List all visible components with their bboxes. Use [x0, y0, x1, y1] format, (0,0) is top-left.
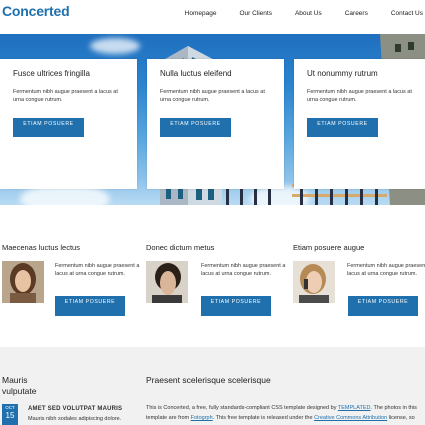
about-text-part: . The photos in this — [370, 405, 417, 411]
etiam-posuere-button[interactable]: Etiam posuere — [160, 118, 231, 137]
fotogrph-link[interactable]: Fotogrph — [191, 415, 213, 421]
feature-text: Fermentum nibh augue praesent a lacus at… — [347, 263, 425, 277]
etiam-posuere-button[interactable]: Etiam posuere — [55, 296, 125, 316]
event-title[interactable]: AMET SED VOLUTPAT MAURIS — [28, 406, 122, 412]
etiam-posuere-button[interactable]: Etiam posuere — [201, 296, 271, 316]
nav-contact-us[interactable]: Contact Us — [391, 10, 423, 17]
feature-photo — [146, 261, 188, 303]
etiam-posuere-button[interactable]: Etiam posuere — [13, 118, 84, 137]
about-text-part: . This free template is released under t… — [212, 415, 315, 421]
feature-title: Etiam posuere augue — [293, 243, 365, 252]
nav-careers[interactable]: Careers — [345, 10, 368, 17]
hero-card-title: Nulla luctus eleifend — [160, 69, 232, 78]
hero-card-3: Ut nonummy rutrum Fermentum nibh augue p… — [294, 59, 425, 189]
woman-on-phone-icon — [293, 261, 335, 303]
feature-text: Fermentum nibh augue praesent a lacus at… — [201, 263, 286, 277]
feature-photo — [293, 261, 335, 303]
nav-our-clients[interactable]: Our Clients — [239, 10, 272, 17]
about-text-part: template are from — [146, 415, 191, 421]
hero-card-2: Nulla luctus eleifend Fermentum nibh aug… — [147, 59, 284, 189]
site-header: Concerted Homepage Our Clients About Us … — [0, 0, 425, 34]
about-text-part: This is Concerted, a free, fully standar… — [146, 405, 338, 411]
about-heading: Praesent scelerisque scelerisque — [146, 375, 271, 385]
hero-card-text: Fermentum nibh augue praesent a lacus at… — [307, 89, 412, 103]
hero-card-text: Fermentum nibh augue praesent a lacus at… — [160, 89, 265, 103]
etiam-posuere-button[interactable]: Etiam posuere — [348, 296, 418, 316]
about-text-part: license, so — [387, 415, 415, 421]
site-logo[interactable]: Concerted — [2, 3, 70, 19]
hero-card-text: Fermentum nibh augue praesent a lacus at… — [13, 89, 118, 103]
about-text: This is Concerted, a free, fully standar… — [146, 403, 425, 423]
event-month: OCT — [5, 405, 15, 410]
event-day: 15 — [5, 411, 15, 420]
event-description: Mauris nibh sodales adipiscing dolore. — [28, 416, 122, 422]
feature-title: Maecenas luctus lectus — [2, 243, 80, 252]
creative-commons-link[interactable]: Creative Commons Attribution — [314, 415, 387, 421]
feature-title: Donec dictum metus — [146, 243, 215, 252]
nav-about-us[interactable]: About Us — [295, 10, 322, 17]
templated-link[interactable]: TEMPLATED — [338, 405, 371, 411]
feature-photo — [2, 261, 44, 303]
event-date-badge: OCT 15 — [2, 404, 18, 425]
woman-portrait-icon — [146, 261, 188, 303]
etiam-posuere-button[interactable]: Etiam posuere — [307, 118, 378, 137]
feature-text: Fermentum nibh augue praesent a lacus at… — [55, 263, 140, 277]
hero-card-title: Fusce ultrices fringilla — [13, 69, 90, 78]
woman-portrait-icon — [2, 261, 44, 303]
hero-card-title: Ut nonummy rutrum — [307, 69, 378, 78]
events-heading: Mauris vulputate — [2, 375, 37, 396]
nav-homepage[interactable]: Homepage — [185, 10, 217, 17]
main-nav: Homepage Our Clients About Us Careers Co… — [162, 10, 423, 17]
hero-card-1: Fusce ultrices fringilla Fermentum nibh … — [0, 59, 137, 189]
